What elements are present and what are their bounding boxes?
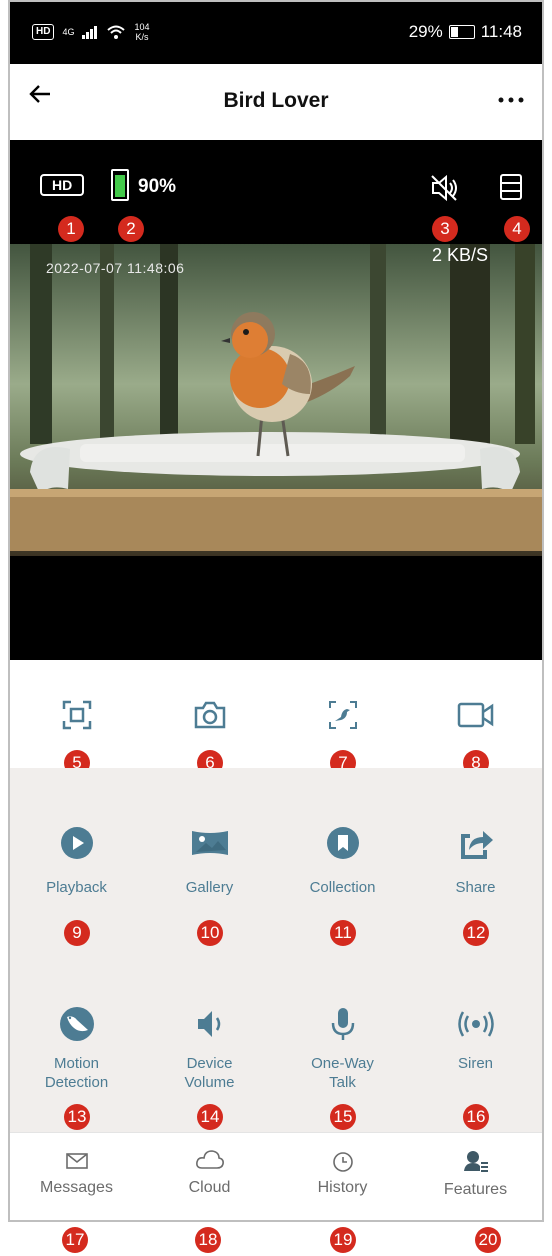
tab-label: Features xyxy=(443,1181,508,1198)
video-record-icon xyxy=(457,702,493,728)
marker-badge: 3 xyxy=(432,216,458,242)
gallery-button[interactable]: Gallery 10 xyxy=(143,826,276,946)
marker-badge: 4 xyxy=(504,216,530,242)
network-type: 4G xyxy=(62,27,75,37)
tab-features[interactable]: Features xyxy=(409,1149,542,1199)
tab-label: Messages xyxy=(40,1179,113,1196)
bird-identify-button[interactable]: 7 xyxy=(276,700,409,776)
bottom-tab-bar: Messages Cloud History Features xyxy=(10,1132,542,1220)
stream-speed: 2 KB/S xyxy=(432,245,489,265)
marker-badge: 10 xyxy=(197,920,223,946)
battery-icon xyxy=(448,25,475,39)
device-volume-button[interactable]: Device Volume 14 xyxy=(143,1006,276,1130)
feature-label: Motion Detection xyxy=(44,1055,109,1091)
marker-badge: 15 xyxy=(330,1104,356,1130)
tab-label: Cloud xyxy=(188,1179,231,1196)
marker-badge: 19 xyxy=(330,1227,356,1253)
fullscreen-icon xyxy=(62,700,91,730)
siren-icon xyxy=(457,1011,494,1037)
tab-label: History xyxy=(317,1179,368,1196)
share-button[interactable]: Share 12 xyxy=(409,826,542,946)
marker-badge: 12 xyxy=(463,920,489,946)
live-video[interactable]: HD 90% 2022-07-07 11:48:06 2 KB/S xyxy=(10,140,542,660)
feature-grid: Playback 9 Gallery 10 Collection 11 Shar… xyxy=(10,768,542,1132)
marker-badge: 13 xyxy=(64,1104,90,1130)
cloud-icon xyxy=(195,1150,224,1169)
live-control-row: 5 6 7 8 xyxy=(10,660,542,776)
record-button[interactable]: 8 xyxy=(409,700,542,776)
marker-badge: 9 xyxy=(64,920,90,946)
marker-badge: 17 xyxy=(62,1227,88,1253)
app-header: Bird Lover xyxy=(10,64,542,140)
snapshot-button[interactable]: 6 xyxy=(143,700,276,776)
marker-badge: 11 xyxy=(330,920,356,946)
marker-badge: 20 xyxy=(475,1227,501,1253)
siren-button[interactable]: Siren 16 xyxy=(409,1006,542,1130)
quality-toggle[interactable]: HD xyxy=(40,174,85,196)
feature-label: One-Way Talk xyxy=(311,1055,374,1091)
feature-label: Playback xyxy=(46,879,107,896)
status-bar: HD 4G 104 K/s 29% 11:48 xyxy=(10,2,542,64)
play-icon xyxy=(60,827,93,859)
tab-history[interactable]: History xyxy=(276,1151,409,1197)
hd-voice-indicator: HD xyxy=(32,24,55,40)
more-dots-icon[interactable] xyxy=(498,80,524,111)
share-icon xyxy=(460,831,493,859)
motion-detection-button[interactable]: Motion Detection 13 xyxy=(10,1006,143,1130)
bird-feeder-scene: 2022-07-07 11:48:06 xyxy=(10,244,542,556)
feature-label: Gallery xyxy=(185,879,234,896)
marker-badge: 18 xyxy=(195,1227,221,1253)
app-frame: HD 4G 104 K/s 29% 11:48 Bird Lover HD 90… xyxy=(8,0,544,1222)
feature-label: Collection xyxy=(309,879,376,896)
envelope-icon xyxy=(65,1153,88,1169)
tab-messages[interactable]: Messages xyxy=(10,1151,143,1197)
motion-bird-icon xyxy=(59,1007,94,1041)
tab-cloud[interactable]: Cloud xyxy=(143,1149,276,1197)
camera-battery-icon xyxy=(111,169,129,201)
bookmark-icon xyxy=(326,827,359,859)
video-timestamp: 2022-07-07 11:48:06 xyxy=(46,260,185,276)
speaker-muted-icon[interactable] xyxy=(430,174,460,202)
bird-identify-icon xyxy=(328,701,357,729)
bird-illustration xyxy=(10,244,542,551)
network-speed-value: 104 xyxy=(134,22,150,32)
clock-icon xyxy=(332,1152,353,1172)
playback-button[interactable]: Playback 9 xyxy=(10,826,143,946)
feature-label: Device Volume xyxy=(184,1055,235,1091)
marker-badge: 2 xyxy=(118,216,144,242)
layout-icon[interactable] xyxy=(500,174,522,200)
volume-icon xyxy=(197,1011,220,1037)
network-speed-unit: K/s xyxy=(135,32,149,42)
wifi-icon xyxy=(107,25,126,39)
camera-battery-percent: 90% xyxy=(138,176,177,197)
page-title: Bird Lover xyxy=(223,89,329,112)
signal-icon xyxy=(82,26,98,39)
person-list-icon xyxy=(463,1151,488,1172)
camera-icon xyxy=(194,701,225,729)
marker-badge: 1 xyxy=(58,216,84,242)
collection-button[interactable]: Collection 11 xyxy=(276,826,409,946)
marker-badge: 16 xyxy=(463,1104,489,1130)
feature-label: Siren xyxy=(457,1055,494,1072)
feature-label: Share xyxy=(455,879,496,896)
fullscreen-button[interactable]: 5 xyxy=(10,700,143,776)
marker-badge: 14 xyxy=(197,1104,223,1130)
battery-percent: 29% xyxy=(408,22,443,41)
clock: 11:48 xyxy=(480,22,522,41)
microphone-icon xyxy=(331,1008,354,1040)
image-icon xyxy=(191,831,228,855)
one-way-talk-button[interactable]: One-Way Talk 15 xyxy=(276,1006,409,1130)
